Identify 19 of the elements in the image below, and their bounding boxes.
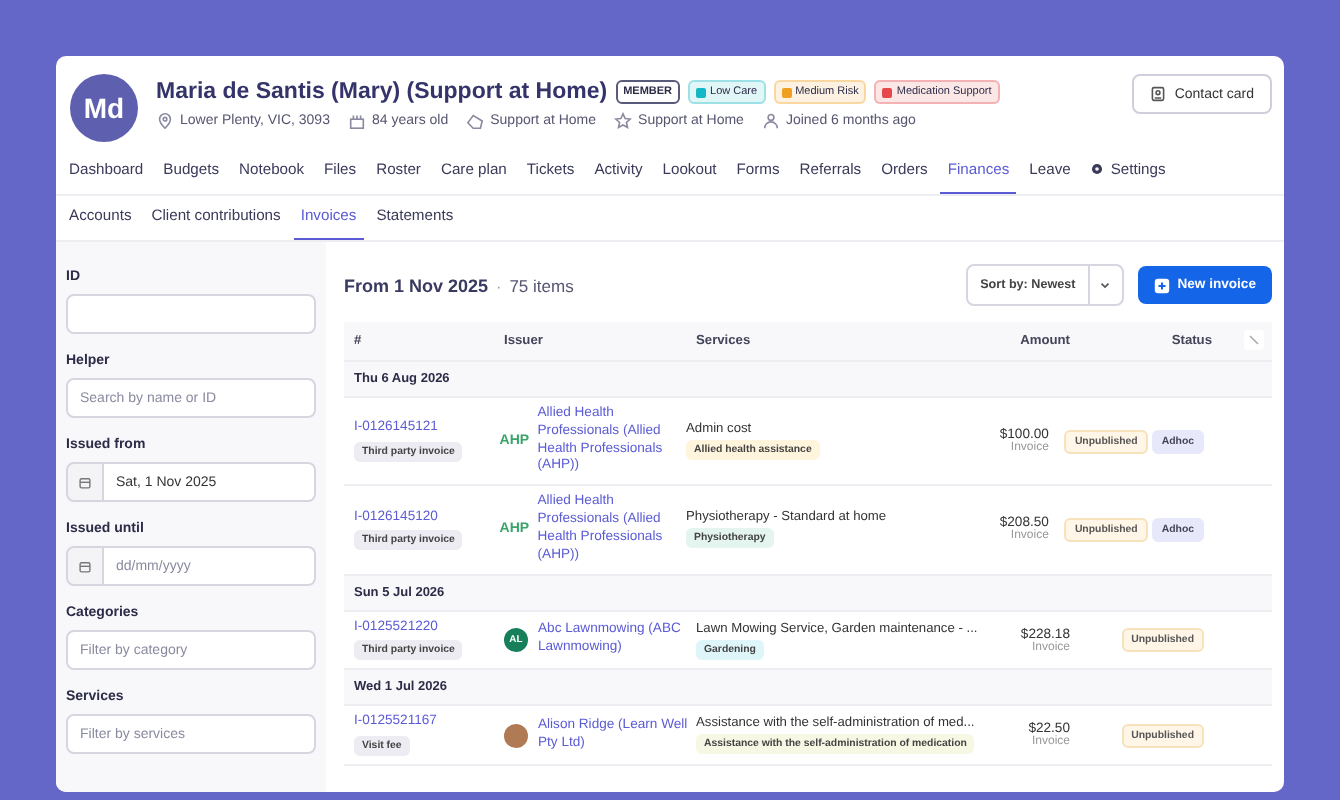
calendar-button[interactable]	[66, 546, 104, 586]
star-icon	[614, 112, 633, 130]
calendar-icon	[78, 475, 92, 489]
calendar-icon	[78, 559, 92, 573]
client-name: Maria de Santis (Mary) (Support at Home)	[156, 80, 608, 104]
separator-dot: ·	[496, 277, 502, 295]
contact-card-icon	[1150, 86, 1167, 102]
calendar-button[interactable]	[66, 462, 104, 502]
plus-icon	[1153, 277, 1170, 293]
photo-placeholder	[504, 723, 528, 748]
item-count: 75 items	[509, 275, 574, 295]
person-icon	[761, 112, 780, 130]
avatar: Md	[70, 74, 138, 142]
pin-icon	[156, 112, 174, 130]
input-field[interactable]	[66, 294, 316, 334]
cake-icon	[347, 112, 366, 130]
resize-icon[interactable]	[1244, 330, 1264, 350]
date-range-title: From 1 Nov 2025	[344, 275, 489, 295]
chevron-down-icon	[1098, 278, 1113, 292]
